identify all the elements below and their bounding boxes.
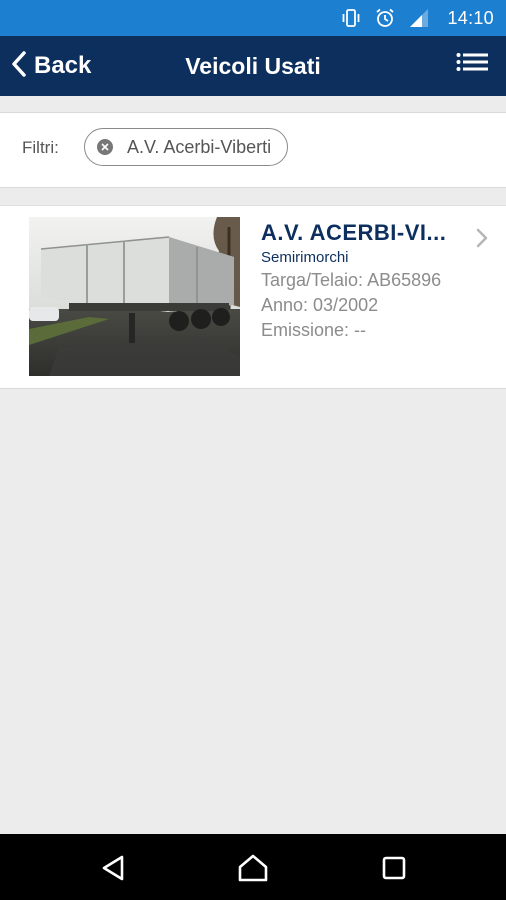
back-button[interactable]: Back xyxy=(10,36,91,96)
vehicle-emissione: Emissione: -- xyxy=(261,320,367,340)
vibrate-icon xyxy=(339,6,363,30)
menu-button[interactable] xyxy=(452,46,492,86)
filter-chip[interactable]: A.V. Acerbi-Viberti xyxy=(84,128,289,166)
back-label: Back xyxy=(34,52,92,79)
vehicle-photo xyxy=(29,217,240,376)
vehicle-name: A.V. ACERBI-VI... xyxy=(261,220,447,245)
signal-icon xyxy=(407,6,431,30)
home-icon[interactable] xyxy=(236,851,270,885)
remove-circle-icon[interactable] xyxy=(97,139,113,155)
vehicle-anno: Anno: 03/2002 xyxy=(261,295,379,315)
filter-label: Filtri: xyxy=(22,138,59,157)
chevron-right-icon xyxy=(476,228,488,253)
filter-bar: Filtri: A.V. Acerbi-Viberti xyxy=(0,112,506,188)
vehicle-list-item[interactable]: A.V. ACERBI-VI... Semirimorchi Targa/Tel… xyxy=(0,205,506,389)
list-menu-icon xyxy=(456,52,488,81)
chevron-left-icon xyxy=(10,50,28,83)
clock-time: 14:10 xyxy=(447,7,494,28)
vehicle-info: A.V. ACERBI-VI... Semirimorchi Targa/Tel… xyxy=(261,220,493,341)
system-nav-bar xyxy=(0,834,506,900)
alarm-icon xyxy=(373,6,397,30)
status-bar: 14:10 xyxy=(0,0,506,36)
back-triangle-icon[interactable] xyxy=(96,851,130,885)
vehicle-targa: Targa/Telaio: AB65896 xyxy=(261,270,442,290)
vehicle-category: Semirimorchi xyxy=(261,249,349,266)
filter-chip-label: A.V. Acerbi-Viberti xyxy=(127,136,272,157)
app-bar: Back Veicoli Usati xyxy=(0,36,506,96)
recents-icon[interactable] xyxy=(377,851,411,885)
